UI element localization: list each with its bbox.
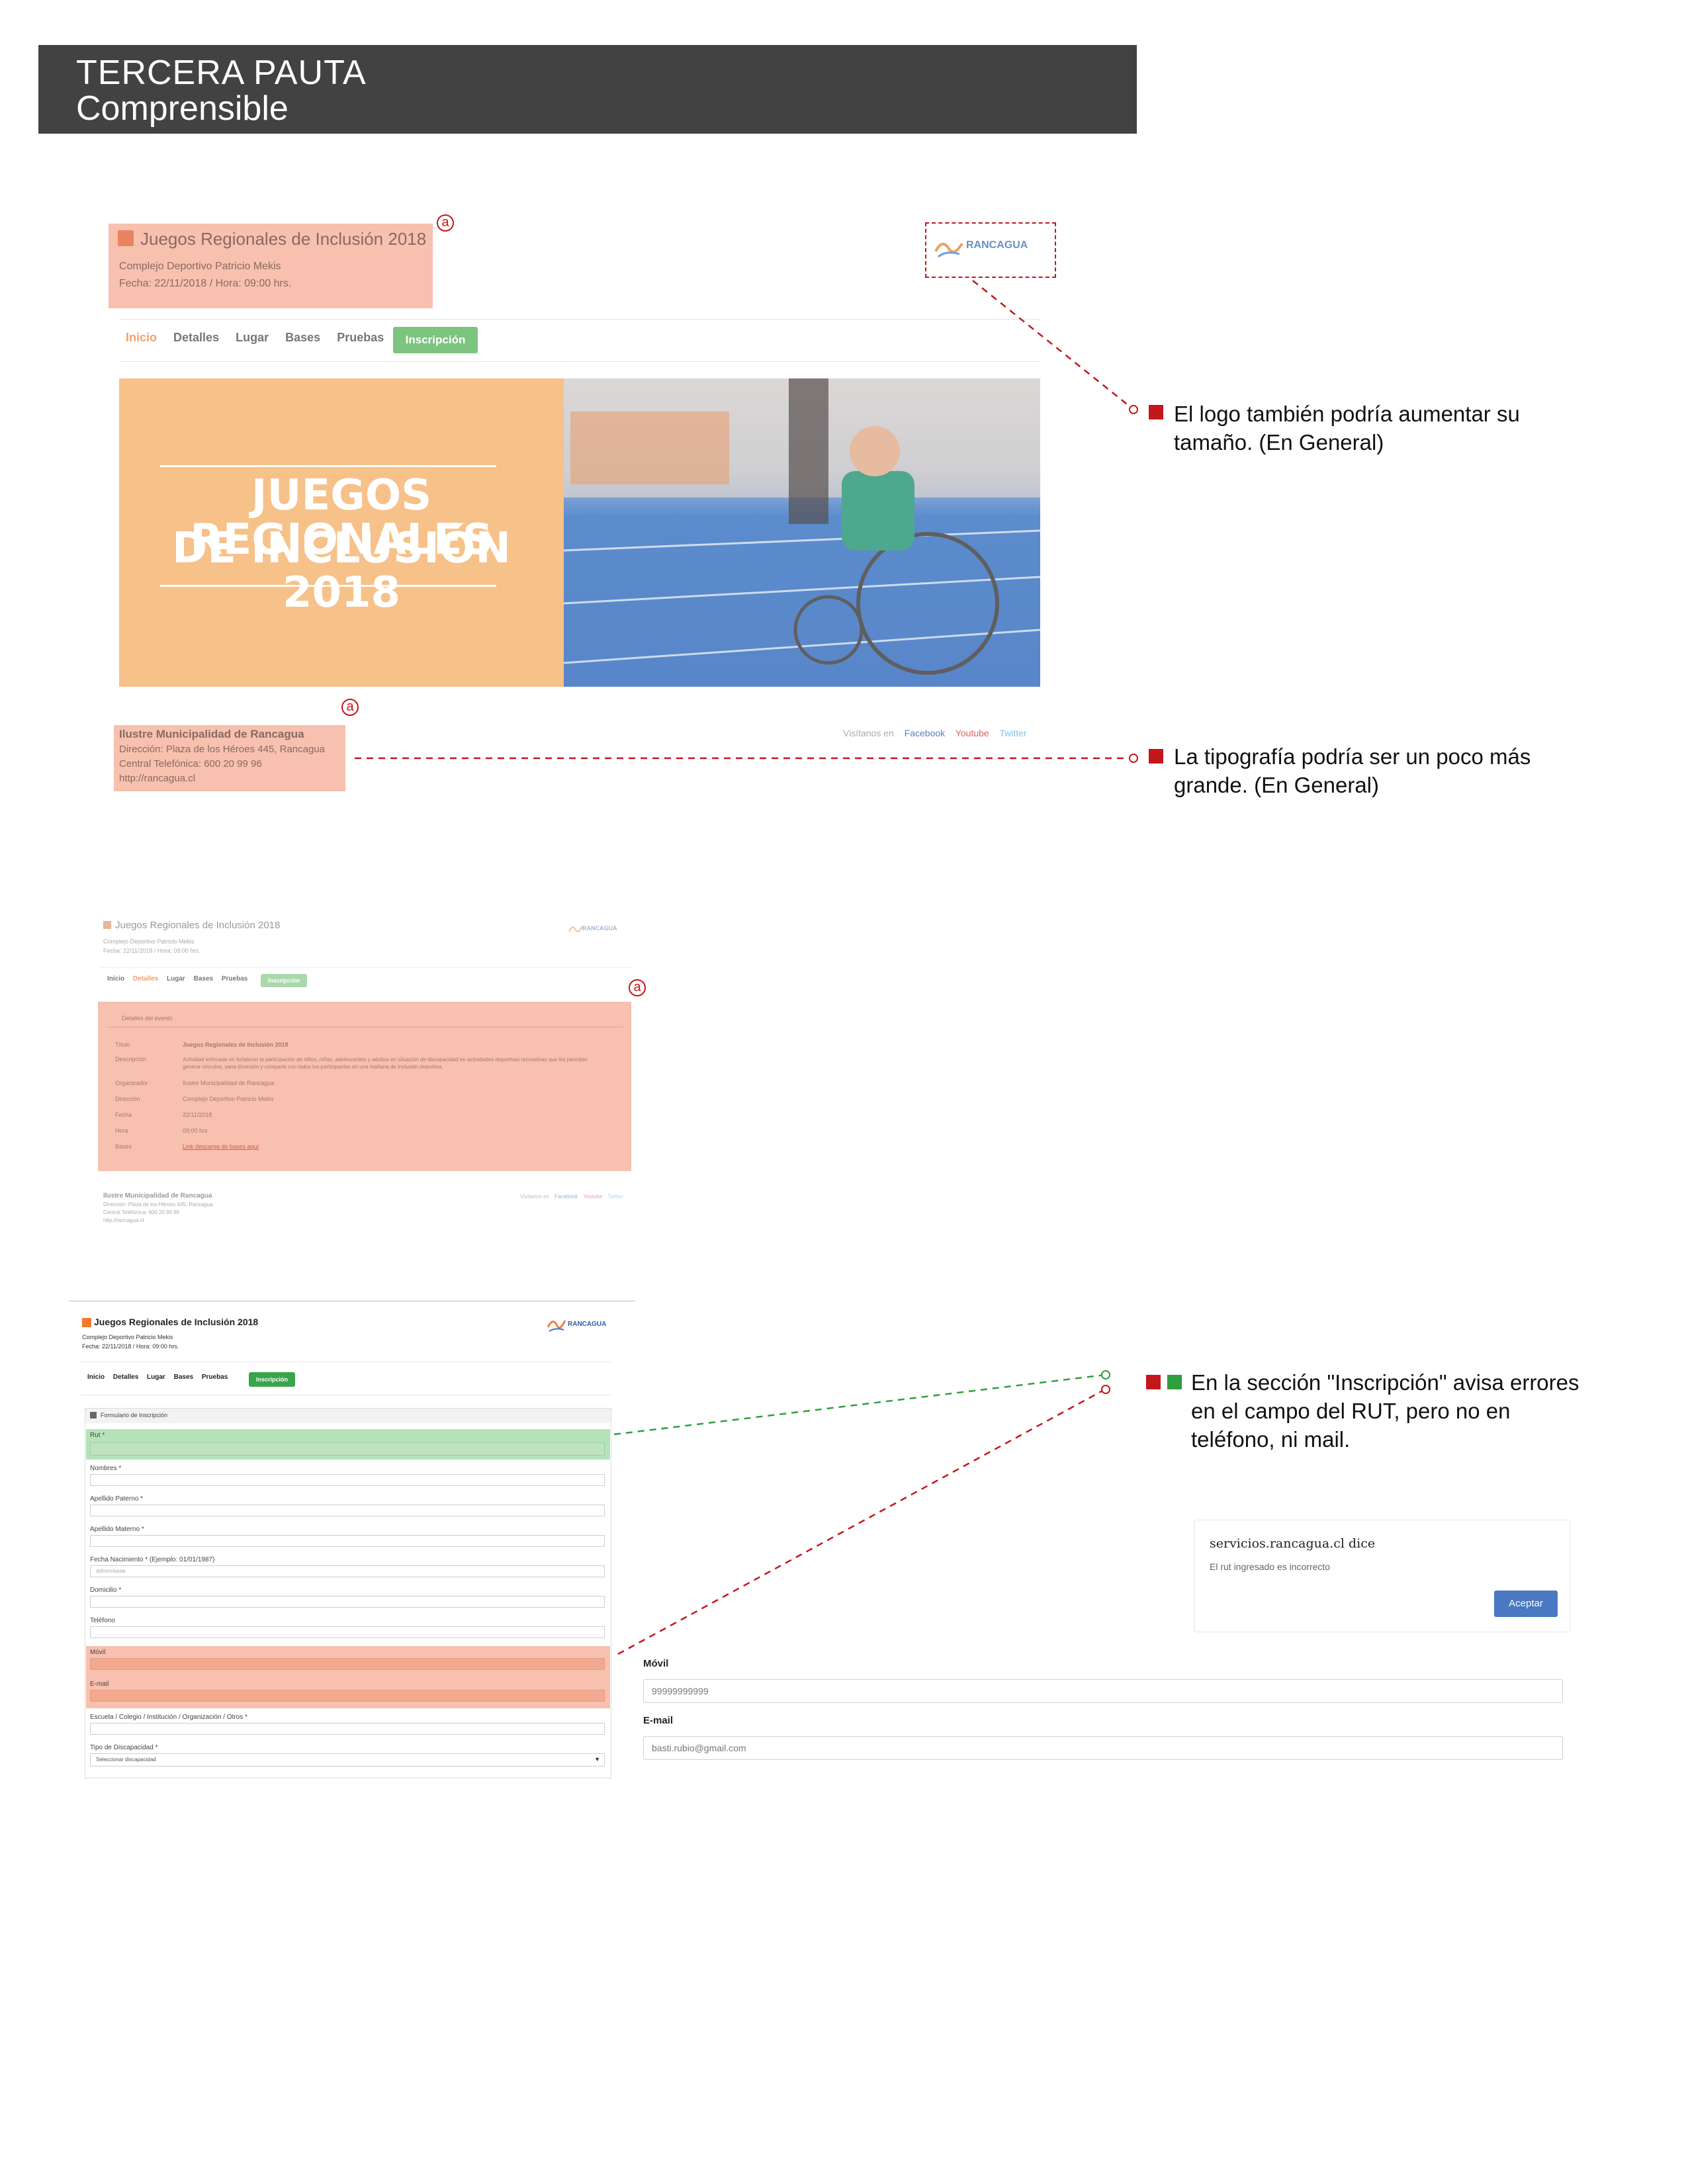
aceptar-button[interactable]: Aceptar bbox=[1494, 1591, 1558, 1617]
movil-value: 99999999999 bbox=[652, 1686, 709, 1696]
movil-detail-input[interactable]: 99999999999 bbox=[643, 1679, 1563, 1703]
alert-dialog: servicios.rancagua.cl dice El rut ingres… bbox=[1195, 1520, 1570, 1632]
note-green-square-form bbox=[1167, 1375, 1182, 1389]
email-value: basti.rubio@gmail.com bbox=[652, 1743, 746, 1753]
note-dot-red bbox=[1101, 1385, 1110, 1394]
note-form: En la sección "Inscripción" avisa errore… bbox=[1191, 1370, 1579, 1452]
note-red-square-form bbox=[1146, 1375, 1161, 1389]
annotation-lines-form bbox=[613, 1374, 1106, 1655]
dialog-message: El rut ingresado es incorrecto bbox=[1210, 1561, 1331, 1572]
movil-label: Móvil bbox=[643, 1658, 669, 1669]
email-label: E-mail bbox=[643, 1715, 674, 1726]
note-dot-green bbox=[1101, 1370, 1110, 1379]
dialog-title: servicios.rancagua.cl dice bbox=[1210, 1536, 1376, 1551]
email-detail-input[interactable]: basti.rubio@gmail.com bbox=[643, 1736, 1563, 1760]
